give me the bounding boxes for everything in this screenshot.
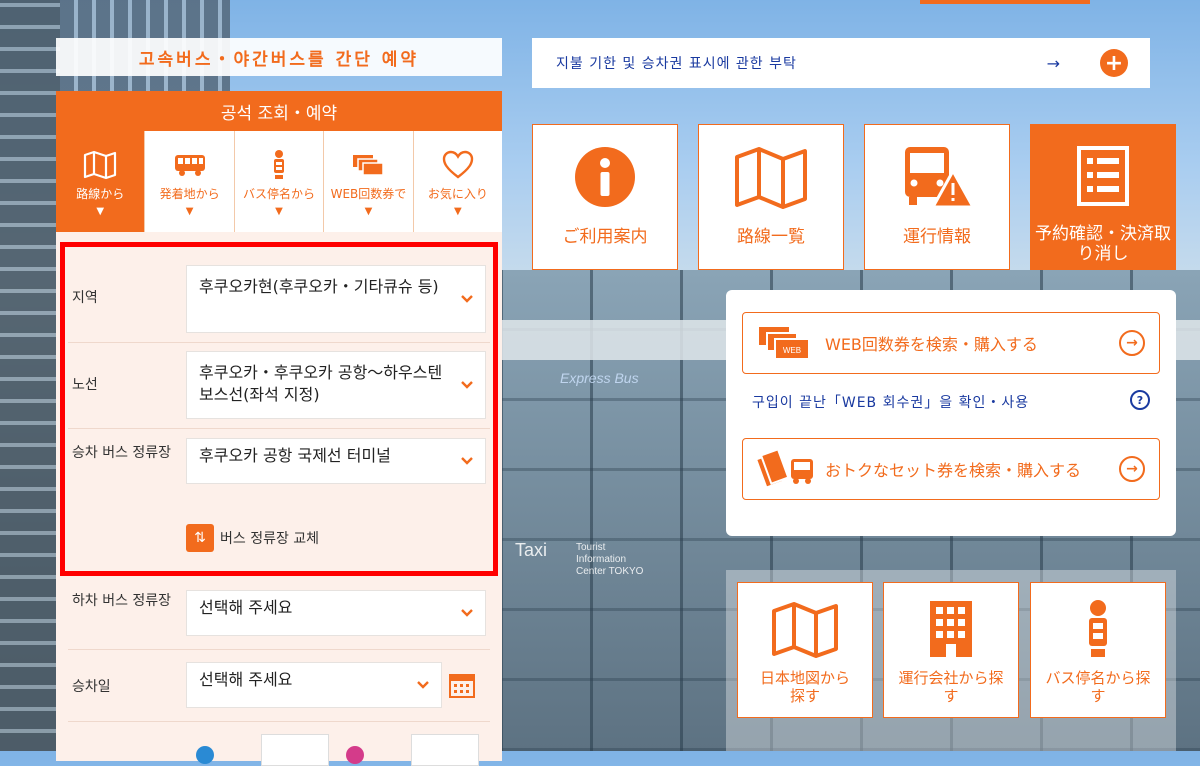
tab-favorites[interactable]: お気に入り ▼ <box>413 131 503 232</box>
tab-label: WEB回数券で <box>330 187 407 201</box>
tickets-icon: WEB <box>759 327 810 360</box>
help-icon[interactable]: ? <box>1130 390 1150 410</box>
alighting-stop-label: 하차 버스 정류장 <box>72 593 172 609</box>
search-by-map-tile[interactable]: 日本地図から探す <box>737 582 873 718</box>
reservation-check-tile[interactable]: 予約確認・決済取り消し <box>1030 124 1176 270</box>
background-building <box>0 0 60 751</box>
search-by-operator-tile[interactable]: 運行会社から探す <box>883 582 1019 718</box>
background-sign: Express Bus <box>560 370 639 386</box>
button-label: WEB回数券を検索・購入する <box>825 335 1038 354</box>
caret-down-icon: ▼ <box>275 206 283 217</box>
chevron-down-icon <box>417 681 429 689</box>
tile-label: 運行情報 <box>903 227 971 247</box>
date-value: 선택해 주세요 <box>199 670 293 689</box>
top-tab-indicator <box>920 0 1090 4</box>
divider <box>68 721 490 722</box>
date-label: 승차일 <box>72 679 111 695</box>
info-icon <box>575 147 635 207</box>
tile-label: 運行会社から探す <box>898 669 1004 705</box>
search-by-bus-stop-tile[interactable]: バス停名から探す <box>1030 582 1166 718</box>
alighting-stop-value: 선택해 주세요 <box>199 598 293 617</box>
svg-text:WEB: WEB <box>783 346 801 355</box>
plus-icon[interactable]: + <box>1100 49 1128 77</box>
tab-by-route[interactable]: 路線から ▼ <box>56 131 146 232</box>
radio-option[interactable] <box>346 746 364 764</box>
service-info-tile[interactable]: 運行情報 <box>864 124 1010 270</box>
map-icon <box>84 150 117 180</box>
alighting-stop-select[interactable]: 선택해 주세요 <box>186 590 486 636</box>
count-field[interactable] <box>411 734 479 766</box>
search-tabs: 路線から ▼ 発着地から ▼ バス停名から ▼ WEB回数券で ▼ お気に入り … <box>56 131 503 232</box>
web-ticket-search-button[interactable]: WEB WEB回数券を検索・購入する → <box>742 312 1160 374</box>
caret-down-icon: ▼ <box>453 206 462 217</box>
divider <box>68 649 490 650</box>
tab-label: 路線から <box>76 187 125 201</box>
bus-icon <box>174 155 205 176</box>
bus-warning-icon <box>905 147 976 209</box>
banner-title: 고속버스・야간버스를 간단 예약 <box>138 49 420 70</box>
building-icon <box>930 601 972 657</box>
radio-option[interactable] <box>196 746 214 764</box>
tile-label: ご利用案内 <box>562 227 648 247</box>
background-sign: Taxi <box>515 540 548 560</box>
bus-stop-icon <box>1089 600 1107 657</box>
web-ticket-link[interactable]: 구입이 끝난「WEB 회수권」을 확인・사용 <box>752 392 1029 412</box>
tab-by-web-ticket[interactable]: WEB回数券で ▼ <box>324 131 414 232</box>
route-list-tile[interactable]: 路線一覧 <box>698 124 844 270</box>
tile-label: 路線一覧 <box>737 227 805 247</box>
tile-label: 日本地図から探す <box>759 669 850 705</box>
map-icon <box>772 602 838 658</box>
panel-title: 공석 조회・예약 <box>56 91 502 131</box>
highlight-box <box>60 242 498 576</box>
tab-label: バス停名から <box>243 187 316 201</box>
caret-down-icon: ▼ <box>364 206 373 217</box>
tab-by-bus-stop[interactable]: バス停名から ▼ <box>234 131 325 232</box>
arrow-circle-icon: → <box>1119 456 1145 482</box>
set-ticket-search-button[interactable]: おトクなセット券を検索・購入する → <box>742 438 1160 500</box>
calendar-icon[interactable] <box>448 671 476 699</box>
count-field[interactable] <box>261 734 329 766</box>
map-icon <box>735 147 807 209</box>
usage-guide-tile[interactable]: ご利用案内 <box>532 124 678 270</box>
page-banner: 고속버스・야간버스를 간단 예약 <box>56 38 502 76</box>
caret-down-icon: ▼ <box>185 206 194 217</box>
set-ticket-icon <box>757 449 813 489</box>
caret-down-icon: ▼ <box>96 206 105 217</box>
background-sign: Tourist Information Center TOKYO <box>576 542 644 577</box>
tile-label: バス停名から探す <box>1045 669 1151 705</box>
tab-label: 発着地から <box>159 187 220 201</box>
notice-bar[interactable]: 지불 기한 및 승차권 표시에 관한 부탁 → + <box>532 38 1150 88</box>
heart-icon <box>442 150 474 179</box>
chevron-down-icon <box>461 609 473 617</box>
notice-text: 지불 기한 및 승차권 표시에 관한 부탁 <box>556 56 797 72</box>
date-select[interactable]: 선택해 주세요 <box>186 662 442 708</box>
tab-label: お気に入り <box>427 187 488 201</box>
list-icon <box>1077 146 1129 206</box>
arrow-circle-icon: → <box>1119 330 1145 356</box>
tab-by-origin-destination[interactable]: 発着地から ▼ <box>145 131 235 232</box>
ticket-card: WEB WEB回数券を検索・購入する → 구입이 끝난「WEB 회수권」을 확인… <box>726 290 1176 536</box>
tickets-icon <box>353 155 385 176</box>
arrow-right-icon: → <box>1046 53 1060 73</box>
tile-label: 予約確認・決済取り消し <box>1035 224 1171 264</box>
button-label: おトクなセット券を検索・購入する <box>825 461 1082 480</box>
bus-stop-icon <box>274 150 285 179</box>
